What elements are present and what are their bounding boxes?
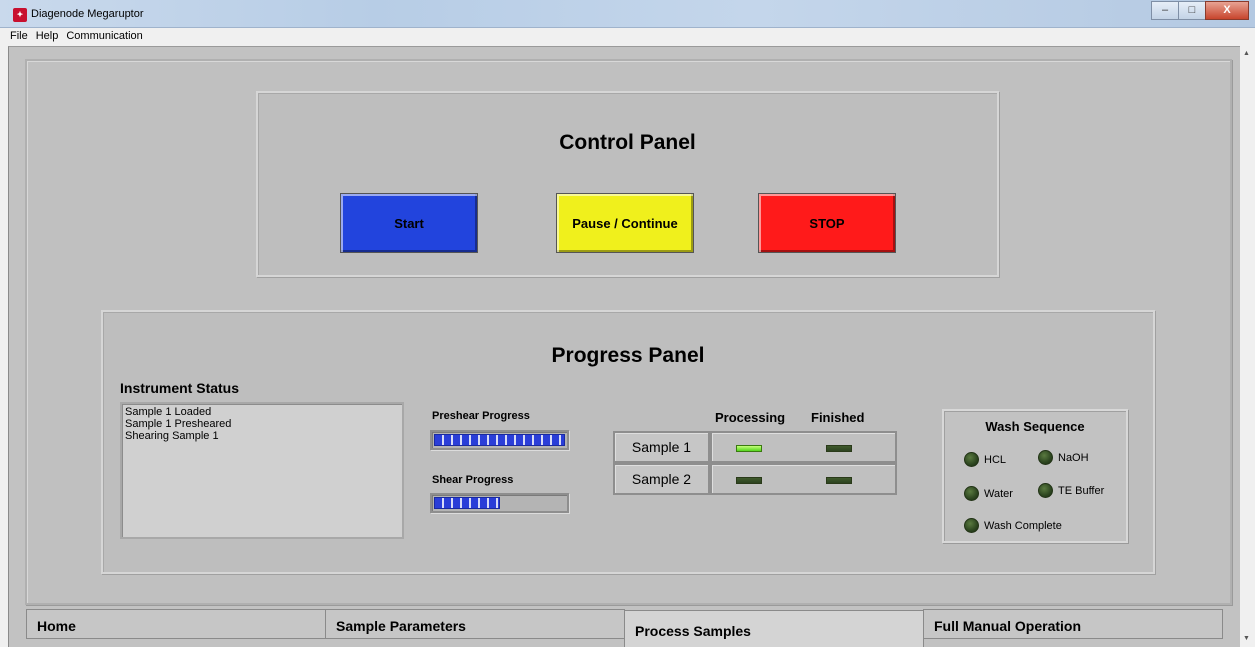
app-icon: ✦ (13, 8, 27, 22)
sample-name: Sample 2 (613, 463, 710, 495)
preshear-progress-bar (430, 430, 569, 450)
control-panel-title: Control Panel (559, 131, 696, 154)
status-line: Shearing Sample 1 (125, 430, 219, 442)
wash-hcl: HCL (964, 452, 1006, 467)
finished-header: Finished (811, 410, 865, 425)
scroll-down-icon[interactable]: ▼ (1243, 635, 1250, 642)
maximize-button[interactable]: □ (1178, 1, 1206, 20)
pause-continue-button[interactable]: Pause / Continue (556, 193, 694, 253)
processing-indicator (736, 445, 762, 452)
menu-bar: File Help Communication (0, 29, 1255, 45)
status-line: Sample 1 Loaded (125, 406, 212, 418)
instrument-status-label: Instrument Status (120, 380, 240, 396)
finished-indicator (826, 477, 852, 484)
menu-help[interactable]: Help (32, 29, 63, 45)
processing-header: Processing (715, 410, 786, 425)
tab-content-panel: Control Panel Start Pause / Continue STO… (25, 59, 1232, 605)
wash-hcl-label: HCL (984, 453, 1007, 466)
minimize-button[interactable]: – (1151, 1, 1179, 20)
close-button[interactable]: X (1205, 1, 1249, 20)
wash-complete: Wash Complete (964, 518, 1062, 533)
hcl-indicator-icon (964, 452, 979, 467)
title-bar: ✦ Diagenode Megaruptor – □ X (0, 0, 1255, 28)
tab-process-samples[interactable]: Process Samples (624, 610, 924, 647)
wash-te-buffer: TE Buffer (1038, 483, 1104, 498)
wash-water-label: Water (984, 487, 1013, 500)
shear-progress-label: Shear Progress (432, 474, 514, 486)
window-controls: – □ X (1151, 1, 1249, 20)
tab-sample-parameters[interactable]: Sample Parameters (325, 609, 625, 639)
tab-full-manual-operation[interactable]: Full Manual Operation (923, 609, 1223, 639)
window-title: Diagenode Megaruptor (31, 8, 144, 20)
status-line: Sample 1 Presheared (125, 418, 232, 430)
naoh-indicator-icon (1038, 450, 1053, 465)
te-buffer-indicator-icon (1038, 483, 1053, 498)
scroll-up-icon[interactable]: ▲ (1243, 50, 1250, 57)
menu-file[interactable]: File (6, 29, 32, 45)
preshear-progress-fill (434, 434, 565, 446)
wash-complete-label: Wash Complete (984, 519, 1062, 532)
wash-complete-indicator-icon (964, 518, 979, 533)
processing-indicator (736, 477, 762, 484)
wash-water: Water (964, 486, 1013, 501)
wash-sequence-panel: Wash Sequence HCL NaOH Water TE Buffer W… (942, 409, 1128, 543)
wash-te-buffer-label: TE Buffer (1058, 484, 1105, 497)
progress-panel: Progress Panel Instrument Status Sample … (101, 310, 1155, 574)
stop-button[interactable]: STOP (758, 193, 896, 253)
sample-row-2: Sample 2 (613, 463, 897, 495)
wash-naoh: NaOH (1038, 450, 1089, 465)
main-area: Control Panel Start Pause / Continue STO… (8, 46, 1240, 647)
sample-row-1: Sample 1 (613, 431, 897, 463)
progress-panel-title: Progress Panel (551, 344, 705, 367)
start-button[interactable]: Start (340, 193, 478, 253)
wash-naoh-label: NaOH (1058, 451, 1089, 464)
control-panel: Control Panel Start Pause / Continue STO… (256, 91, 999, 277)
vertical-scrollbar[interactable]: ▲ ▼ (1240, 46, 1255, 647)
instrument-status-box: Sample 1 Loaded Sample 1 Presheared Shea… (120, 402, 404, 539)
finished-indicator (826, 445, 852, 452)
menu-communication[interactable]: Communication (62, 29, 146, 45)
water-indicator-icon (964, 486, 979, 501)
preshear-progress-label: Preshear Progress (432, 410, 530, 422)
wash-sequence-title: Wash Sequence (985, 419, 1085, 434)
shear-progress-fill (434, 497, 500, 509)
tab-home[interactable]: Home (26, 609, 326, 639)
shear-progress-bar (430, 493, 569, 513)
sample-indicators (710, 431, 897, 463)
sample-name: Sample 1 (613, 431, 710, 463)
sample-indicators (710, 463, 897, 495)
